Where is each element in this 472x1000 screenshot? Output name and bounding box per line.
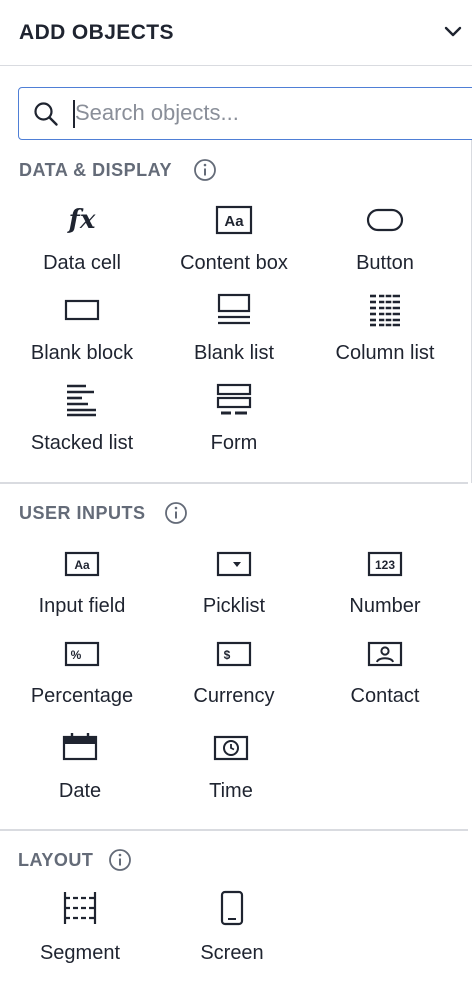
tile-input-field[interactable]: Aa Input field <box>6 547 158 635</box>
tile-time[interactable]: Time <box>155 730 307 818</box>
tile-label: Contact <box>350 685 420 707</box>
tile-blank-block[interactable]: Blank block <box>6 293 158 381</box>
currency-icon: $ <box>214 637 254 671</box>
tile-percentage[interactable]: % Percentage <box>6 637 158 725</box>
fx-icon: fx <box>68 205 96 235</box>
form-icon <box>214 383 254 417</box>
search-box[interactable] <box>18 87 472 140</box>
tile-date[interactable]: Date <box>4 730 156 818</box>
tile-content-box[interactable]: Aa Content box <box>158 203 310 291</box>
svg-text:$: $ <box>224 648 231 662</box>
phone-screen-icon <box>212 890 252 926</box>
blank-block-icon <box>62 293 102 327</box>
tile-data-cell[interactable]: fx Data cell <box>6 203 158 291</box>
tile-label: Stacked list <box>30 432 134 454</box>
tile-contact[interactable]: Contact <box>309 637 461 725</box>
tile-segment[interactable]: Segment <box>4 891 156 979</box>
svg-text:Aa: Aa <box>74 558 90 572</box>
picklist-icon <box>214 547 254 581</box>
tile-label: Column list <box>335 342 435 364</box>
info-icon[interactable] <box>164 501 188 525</box>
search-icon <box>33 101 59 127</box>
tile-label: Blank list <box>193 342 275 364</box>
tile-label: Input field <box>38 595 126 617</box>
tile-label: Currency <box>193 685 275 707</box>
calendar-icon <box>60 730 100 764</box>
column-list-icon <box>365 293 405 327</box>
tile-label: Data cell <box>43 252 121 274</box>
chevron-down-icon[interactable] <box>440 20 466 42</box>
svg-text:%: % <box>71 648 82 662</box>
section-divider <box>0 829 468 831</box>
tile-label: Date <box>58 780 102 802</box>
clock-icon <box>211 730 251 764</box>
tile-label: Screen <box>200 942 264 964</box>
tile-label: Segment <box>39 942 121 964</box>
segment-icon <box>60 891 100 925</box>
stacked-list-icon <box>62 383 102 417</box>
tile-label: Blank block <box>30 342 134 364</box>
blank-list-icon <box>214 293 254 327</box>
tile-label: Form <box>210 432 258 454</box>
section-divider <box>0 482 468 484</box>
section-title-data-display: DATA & DISPLAY <box>19 160 173 180</box>
tile-label: Button <box>356 252 414 274</box>
tile-number[interactable]: 123 Number <box>309 547 461 635</box>
info-icon[interactable] <box>193 158 217 182</box>
contact-icon <box>365 637 405 671</box>
tile-picklist[interactable]: Picklist <box>158 547 310 635</box>
tile-stacked-list[interactable]: Stacked list <box>6 383 158 471</box>
tile-label: Picklist <box>202 595 266 617</box>
info-icon[interactable] <box>108 848 132 872</box>
percentage-icon: % <box>62 637 102 671</box>
svg-text:123: 123 <box>375 558 395 572</box>
content-box-icon: Aa <box>214 203 254 237</box>
svg-text:Aa: Aa <box>224 213 244 230</box>
section-title-user-inputs: USER INPUTS <box>19 503 146 523</box>
tile-column-list[interactable]: Column list <box>309 293 461 381</box>
input-field-icon: Aa <box>62 547 102 581</box>
search-input[interactable] <box>75 96 465 130</box>
panel-title: ADD OBJECTS <box>19 21 174 44</box>
tile-screen[interactable]: Screen <box>156 890 308 979</box>
tile-label: Number <box>349 595 421 617</box>
section-title-layout: LAYOUT <box>18 850 94 870</box>
tile-currency[interactable]: $ Currency <box>158 637 310 725</box>
tile-label: Time <box>209 780 253 802</box>
number-icon: 123 <box>365 547 405 581</box>
panel-header: ADD OBJECTS <box>0 0 472 66</box>
tile-blank-list[interactable]: Blank list <box>158 293 310 381</box>
button-icon <box>365 203 405 237</box>
tile-button[interactable]: Button <box>309 203 461 291</box>
tile-label: Content box <box>180 252 288 274</box>
tile-label: Percentage <box>30 685 134 707</box>
tile-form[interactable]: Form <box>158 383 310 471</box>
